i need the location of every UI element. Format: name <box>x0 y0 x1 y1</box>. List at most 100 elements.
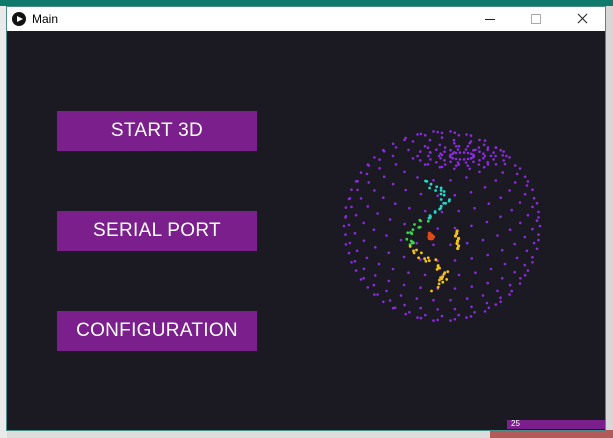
sphere-point <box>502 150 505 153</box>
sphere-point <box>449 243 452 247</box>
sphere-point <box>354 269 358 272</box>
sphere-point <box>344 233 347 236</box>
sphere-point <box>531 255 534 259</box>
sphere-point <box>486 148 489 151</box>
sphere-point <box>432 298 435 302</box>
trail-point <box>427 216 431 220</box>
serial-port-button[interactable]: SERIAL PORT <box>57 211 257 251</box>
sphere-point <box>394 163 398 166</box>
start-3d-button[interactable]: START 3D <box>57 111 257 151</box>
sphere-point <box>411 157 415 160</box>
sphere-point <box>523 192 527 196</box>
trail-point <box>437 282 441 286</box>
sphere-point <box>356 188 359 192</box>
sphere-point <box>404 312 407 316</box>
sphere-point <box>464 161 468 164</box>
sphere-point <box>466 151 470 155</box>
sphere-point <box>485 301 489 305</box>
sphere-point <box>468 141 471 145</box>
sphere-point <box>501 171 504 174</box>
sphere-point <box>438 143 442 147</box>
sphere-point <box>456 148 460 151</box>
sphere-point <box>499 296 502 299</box>
sphere-point <box>483 139 487 142</box>
trail-point <box>445 278 449 281</box>
trail-point <box>434 258 438 262</box>
sphere-point <box>508 293 511 296</box>
sphere-point <box>532 241 536 245</box>
sphere-point <box>439 152 442 155</box>
sphere-point <box>535 219 539 222</box>
sphere-point <box>353 260 357 263</box>
sphere-point <box>457 209 460 213</box>
sphere-point <box>372 228 376 231</box>
sphere-point <box>423 144 427 148</box>
sphere-point <box>419 316 423 320</box>
sphere-point <box>429 151 432 154</box>
close-icon[interactable] <box>559 7 605 31</box>
sphere-point <box>378 167 381 170</box>
sphere-point <box>453 287 457 290</box>
sphere-point <box>419 159 422 162</box>
sphere-point <box>376 293 379 296</box>
play-circle-icon <box>12 12 26 26</box>
sphere-point <box>438 165 442 169</box>
sphere-point <box>436 308 439 311</box>
trail-point <box>419 219 423 223</box>
trail-point <box>438 278 441 282</box>
sphere-point <box>478 159 481 162</box>
sphere-point <box>344 216 347 219</box>
sphere-point <box>362 277 365 280</box>
sphere-point <box>531 205 534 209</box>
sphere-point <box>470 305 473 309</box>
sphere-point <box>367 181 371 184</box>
sphere-point <box>537 216 540 219</box>
sphere-point <box>453 318 457 321</box>
sphere-point <box>486 161 489 164</box>
sphere-point <box>366 163 370 166</box>
sphere-point <box>499 300 502 304</box>
sphere-point <box>416 154 419 158</box>
trail-point <box>429 182 433 186</box>
sphere-point <box>415 297 419 300</box>
trail-point <box>428 186 431 190</box>
sphere-point <box>387 251 391 254</box>
sphere-point <box>526 269 530 272</box>
trail-point <box>415 248 418 252</box>
sphere-point <box>402 283 406 287</box>
sphere-point <box>503 162 507 166</box>
sphere-point <box>453 193 457 197</box>
trail-point <box>411 228 415 232</box>
progress-bar: 25 <box>507 419 605 429</box>
background-window-edge-right <box>606 6 613 438</box>
sphere-point <box>408 311 411 314</box>
sphere-point <box>526 213 530 217</box>
sphere-point <box>508 189 511 192</box>
sphere-point <box>466 145 470 148</box>
sphere-point <box>462 151 466 154</box>
sphere-point <box>508 283 512 287</box>
maximize-icon[interactable] <box>513 7 559 31</box>
sphere-point <box>424 313 427 317</box>
sphere-point <box>501 154 504 157</box>
configuration-button[interactable]: CONFIGURATION <box>57 311 257 351</box>
sphere-point <box>353 231 357 235</box>
sphere-point <box>518 282 522 285</box>
trail-point <box>439 192 443 196</box>
sphere-point <box>453 167 456 171</box>
sphere-point <box>519 277 522 280</box>
sphere-point <box>513 270 516 274</box>
sphere-point <box>465 133 468 136</box>
sphere-point <box>470 224 473 228</box>
sphere-point <box>443 146 447 149</box>
sphere-point <box>374 274 377 277</box>
sphere-point <box>354 213 358 217</box>
sphere-point <box>454 164 458 167</box>
trail-point <box>435 185 439 189</box>
sphere-point <box>531 261 534 264</box>
trail-point <box>430 289 433 293</box>
title-bar[interactable]: Main <box>7 7 605 31</box>
sphere-point <box>537 210 540 214</box>
minimize-icon[interactable] <box>467 7 513 31</box>
sphere-point <box>454 145 458 148</box>
